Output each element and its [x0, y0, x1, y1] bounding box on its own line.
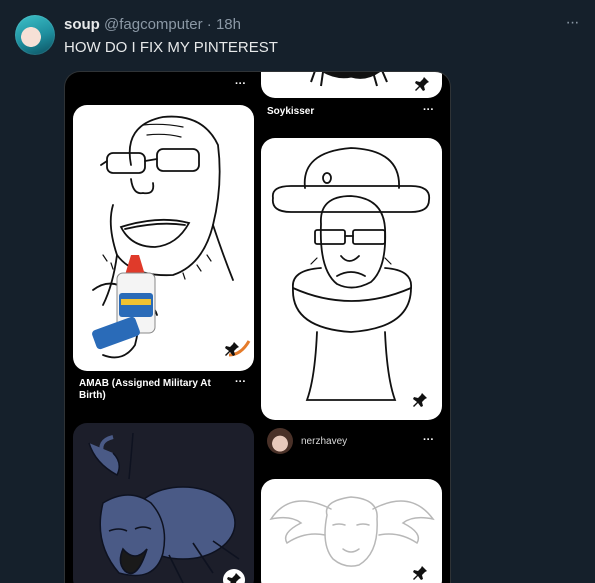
- pin-beetle-soyjak-image[interactable]: [73, 423, 254, 583]
- pushpin-icon[interactable]: [223, 341, 241, 359]
- tweet-media-image[interactable]: ··· Soykisser ··· AMAB (Assigned Militar…: [64, 71, 451, 583]
- pin-more-icon[interactable]: ···: [423, 434, 434, 446]
- pin-soykisser-image[interactable]: [261, 72, 442, 98]
- pushpin-icon[interactable]: [223, 569, 245, 583]
- pinner-avatar[interactable]: [267, 428, 293, 454]
- tweet-text: HOW DO I FIX MY PINTEREST: [64, 39, 278, 56]
- beetle-soyjak-drawing: [88, 432, 240, 583]
- pushpin-icon[interactable]: [411, 392, 429, 410]
- pin-glue-soyjak-image[interactable]: [73, 105, 254, 371]
- pin-more-icon[interactable]: ···: [235, 376, 246, 388]
- soyjak-glue-drawing: [92, 115, 251, 359]
- tweet[interactable]: soup @fagcomputer · 18h ··· HOW DO I FIX…: [0, 0, 595, 583]
- separator-dot: ·: [206, 16, 212, 33]
- pin-more-icon[interactable]: ···: [423, 104, 434, 116]
- pin-caption[interactable]: Soykisser: [267, 106, 314, 118]
- avatar[interactable]: [15, 15, 55, 55]
- user-handle[interactable]: @fagcomputer: [104, 16, 203, 33]
- timestamp[interactable]: 18h: [216, 16, 241, 33]
- pin-caption[interactable]: AMAB (Assigned Military At Birth): [79, 378, 229, 402]
- toilet-soyjak-drawing: [271, 147, 431, 401]
- pin-winged-soyjak-image[interactable]: [261, 479, 442, 583]
- pushpin-icon[interactable]: [411, 565, 429, 583]
- tweet-header: soup @fagcomputer · 18h: [64, 15, 241, 35]
- pin-more-icon[interactable]: ···: [235, 78, 246, 90]
- pushpin-icon[interactable]: [413, 76, 431, 94]
- pinner-username[interactable]: nerzhavey: [301, 436, 347, 447]
- more-horizontal-icon[interactable]: ···: [560, 13, 584, 37]
- display-name[interactable]: soup: [64, 16, 100, 33]
- pin-toilet-soyjak-image[interactable]: [261, 138, 442, 420]
